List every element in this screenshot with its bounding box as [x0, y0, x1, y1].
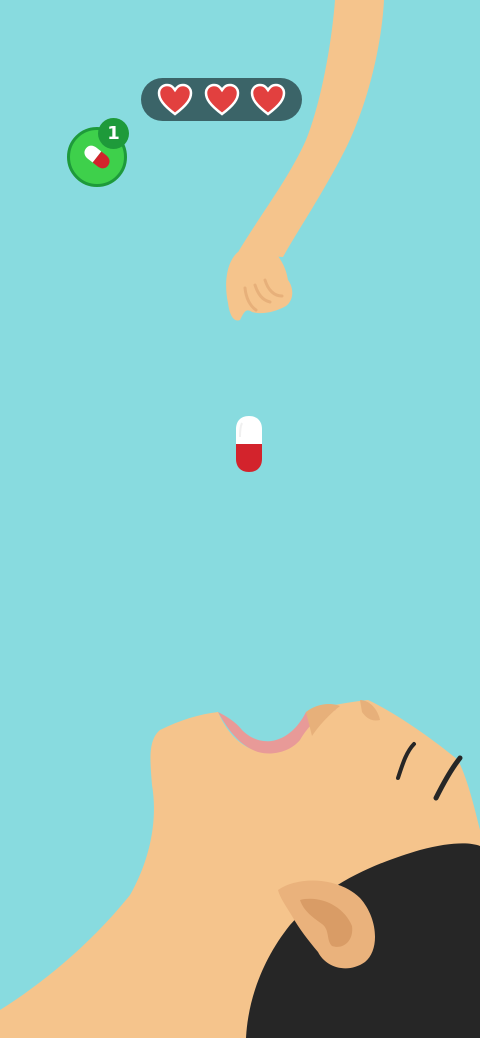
lives-bar [141, 78, 302, 121]
heart-icon [204, 83, 239, 116]
falling-capsule-pill[interactable] [234, 415, 264, 473]
game-scene[interactable]: 1 [0, 0, 480, 1038]
heart-icon [250, 83, 286, 116]
capsule-red-half [236, 444, 262, 472]
pill-count-badge: 1 [98, 118, 129, 149]
heart-icon [157, 83, 193, 116]
